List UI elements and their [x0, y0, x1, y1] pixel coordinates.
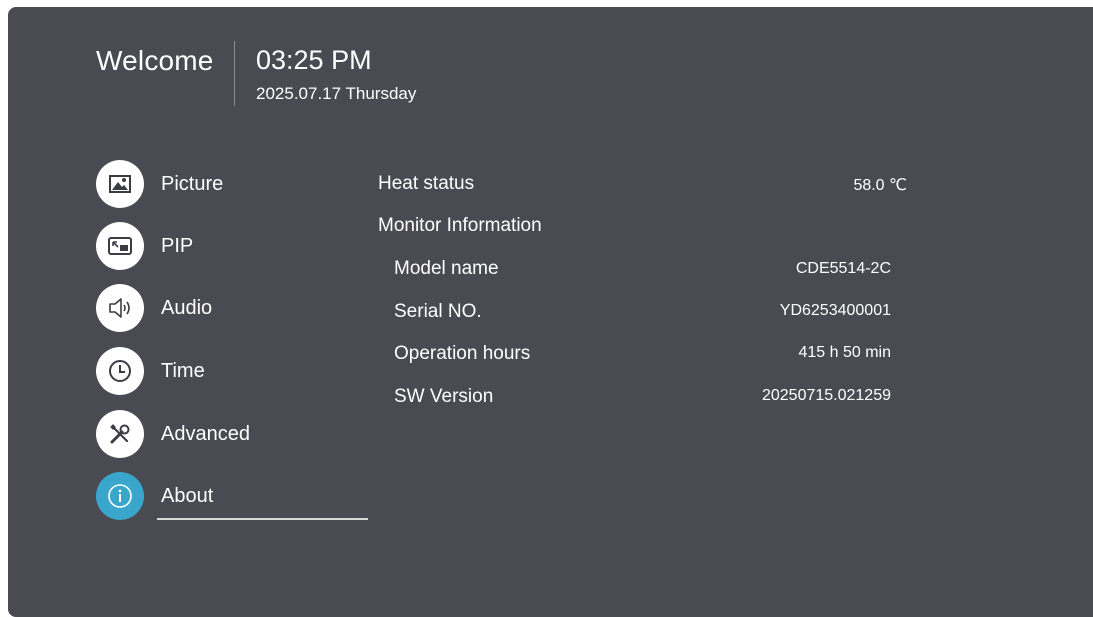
- serial-number-label: Serial NO.: [394, 301, 482, 322]
- menu-label-time: Time: [161, 359, 205, 382]
- speaker-icon: [96, 284, 144, 332]
- info-icon: [96, 472, 144, 520]
- model-name-value: CDE5514-2C: [795, 260, 891, 277]
- picture-icon: [96, 160, 144, 208]
- pip-icon: [96, 222, 144, 270]
- menu-label-advanced: Advanced: [161, 422, 250, 445]
- menu-item-pip[interactable]: PIP: [96, 222, 368, 270]
- model-name-label: Model name: [394, 258, 499, 279]
- heat-status-value: 58.0 ℃: [853, 177, 907, 194]
- welcome-title: Welcome: [96, 45, 214, 76]
- operation-hours-label: Operation hours: [394, 343, 531, 364]
- monitor-information-heading: Monitor Information: [378, 215, 542, 236]
- menu-item-audio[interactable]: Audio: [96, 284, 368, 332]
- menu-label-audio: Audio: [161, 296, 213, 319]
- menu-item-about[interactable]: About: [96, 472, 368, 520]
- sw-version-value: 20250715.021259: [761, 387, 891, 404]
- clock-date: 2025.07.17 Thursday: [256, 84, 417, 103]
- clock-time: 03:25 PM: [256, 45, 372, 75]
- heat-status-label: Heat status: [378, 173, 475, 194]
- header-divider: [234, 41, 235, 106]
- settings-panel: Welcome 03:25 PM 2025.07.17 Thursday Pic…: [8, 7, 1093, 617]
- sw-version-label: SW Version: [394, 386, 494, 407]
- menu-item-time[interactable]: Time: [96, 347, 368, 395]
- clock-icon: [96, 347, 144, 395]
- menu-label-picture: Picture: [161, 172, 224, 195]
- menu-item-advanced[interactable]: Advanced: [96, 410, 368, 458]
- selected-menu-underline: [157, 518, 368, 520]
- serial-number-value: YD6253400001: [779, 302, 891, 319]
- menu-label-pip: PIP: [161, 234, 194, 257]
- operation-hours-value: 415 h 50 min: [798, 344, 891, 361]
- menu-label-about: About: [161, 484, 214, 507]
- menu-item-picture[interactable]: Picture: [96, 160, 368, 208]
- tools-icon: [96, 410, 144, 458]
